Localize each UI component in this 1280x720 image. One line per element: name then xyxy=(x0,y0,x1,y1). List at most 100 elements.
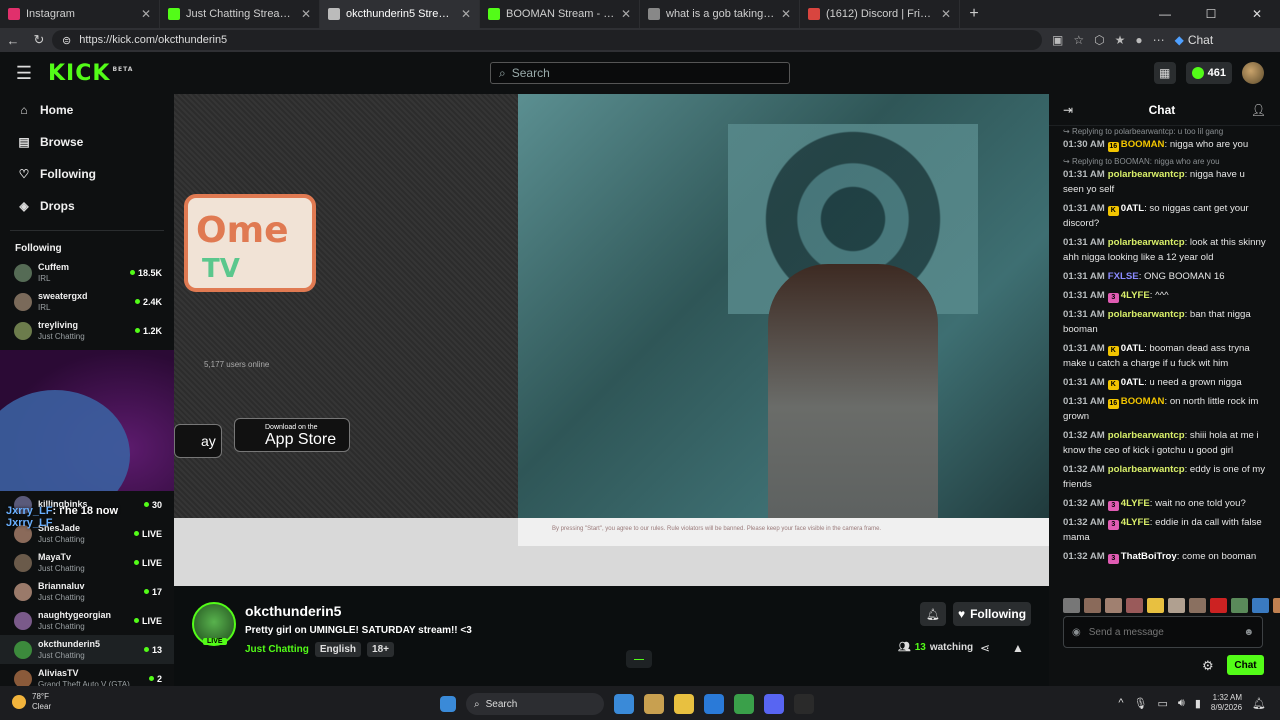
emote-icon[interactable] xyxy=(1063,598,1080,613)
taskbar-app-icon[interactable] xyxy=(644,694,664,714)
tab-close-icon[interactable]: ✕ xyxy=(461,7,471,21)
notifications-icon[interactable]: 🔔︎ xyxy=(1252,697,1266,710)
sidebar-item-browse[interactable]: ▤ Browse xyxy=(0,126,174,158)
microphone-icon[interactable]: 🎙︎ xyxy=(1134,697,1148,710)
emote-icon[interactable] xyxy=(1252,598,1269,613)
menu-icon[interactable]: ☰ xyxy=(0,63,48,84)
chat-username[interactable]: ThatBoiTroy xyxy=(1121,551,1177,562)
category-link[interactable]: Just Chatting xyxy=(245,644,309,655)
weather-widget[interactable]: 78°F Clear xyxy=(12,692,51,712)
kick-points-button[interactable]: 461 xyxy=(1185,62,1232,84)
sidebar-item-home[interactable]: ⌂ Home xyxy=(0,94,174,126)
taskbar-app-icon[interactable] xyxy=(734,694,754,714)
emoji-icon[interactable]: ☻ xyxy=(1243,627,1254,638)
clock[interactable]: 1:32 AM 8/9/2026 xyxy=(1211,693,1242,713)
following-channel-item[interactable]: MayaTv Just Chatting LIVE xyxy=(0,548,174,577)
browser-tab[interactable]: Instagram ✕ xyxy=(0,0,160,28)
favorite-star-icon[interactable]: ☆ xyxy=(1073,33,1084,47)
maximize-icon[interactable]: ☐ xyxy=(1188,0,1234,28)
battery-icon[interactable]: ▮ xyxy=(1195,697,1201,710)
chat-username[interactable]: 4LYFE xyxy=(1121,498,1150,509)
taskbar-search[interactable]: ⌕ Search xyxy=(466,693,604,715)
channel-name[interactable]: okcthunderin5 xyxy=(245,603,341,619)
dashboard-icon[interactable]: ▦ xyxy=(1153,62,1176,84)
tag-language[interactable]: English xyxy=(314,642,362,657)
notification-bell-button[interactable]: 🔔︎ xyxy=(920,602,946,626)
chat-username[interactable]: 0ATL xyxy=(1121,203,1144,214)
browser-tab[interactable]: Just Chatting Streaming - Live Streams ✕ xyxy=(160,0,320,28)
send-chat-button[interactable]: Chat xyxy=(1227,655,1264,675)
collections-icon[interactable]: ★ xyxy=(1115,33,1126,47)
emote-icon[interactable] xyxy=(1126,598,1143,613)
browser-tab[interactable]: BOOMAN Stream - Watch Live on Kick ✕ xyxy=(480,0,640,28)
tab-close-icon[interactable]: ✕ xyxy=(941,7,951,21)
sidebar-item-following[interactable]: ♡ Following xyxy=(0,158,174,190)
tab-close-icon[interactable]: ✕ xyxy=(141,7,151,21)
following-channel-item[interactable]: AliviasTV Grand Theft Auto V (GTA) 2 xyxy=(0,664,174,686)
search-input[interactable]: ⌕ Search xyxy=(490,62,790,84)
chat-username[interactable]: FXLSE xyxy=(1108,271,1139,282)
url-field[interactable]: ⊜ https://kick.com/okcthunderin5 xyxy=(52,30,1042,50)
kick-logo[interactable]: KICK BETA xyxy=(48,61,133,86)
report-icon[interactable]: ▲ xyxy=(1012,641,1024,655)
taskbar-app-icon[interactable] xyxy=(794,694,814,714)
close-icon[interactable]: ✕ xyxy=(1234,0,1280,28)
taskbar-app-icon[interactable] xyxy=(674,694,694,714)
tab-close-icon[interactable]: ✕ xyxy=(621,7,631,21)
emote-icon[interactable] xyxy=(1147,598,1164,613)
emote-icon[interactable] xyxy=(1231,598,1248,613)
chat-username[interactable]: 4LYFE xyxy=(1121,517,1150,528)
user-avatar[interactable] xyxy=(1242,62,1264,84)
sidebar-item-drops[interactable]: ◈ Drops xyxy=(0,190,174,222)
chat-username[interactable]: polarbearwantcp xyxy=(1108,309,1185,320)
chat-username[interactable]: polarbearwantcp xyxy=(1108,237,1185,248)
collapse-button[interactable]: — xyxy=(626,650,652,668)
taskbar-app-icon[interactable] xyxy=(764,694,784,714)
emote-icon[interactable] xyxy=(1168,598,1185,613)
extensions-icon[interactable]: ⬡ xyxy=(1094,33,1104,47)
chat-username[interactable]: polarbearwantcp xyxy=(1108,430,1185,441)
refresh-icon[interactable]: ↻ xyxy=(26,32,52,48)
chat-username[interactable]: BOOMAN xyxy=(1121,139,1165,150)
browser-tab[interactable]: what is a gob taking from doctors ✕ xyxy=(640,0,800,28)
chat-username[interactable]: 0ATL xyxy=(1121,343,1144,354)
tab-close-icon[interactable]: ✕ xyxy=(301,7,311,21)
video-player[interactable]: Ome TV 5,177 users online ay Download on… xyxy=(174,94,1049,586)
following-channel-item[interactable]: Briannaluv Just Chatting 17 xyxy=(0,577,174,606)
chat-username[interactable]: polarbearwantcp xyxy=(1108,169,1185,180)
following-channel-item[interactable]: treyliving Just Chatting 1.2K xyxy=(0,316,174,345)
emote-icon[interactable] xyxy=(1105,598,1122,613)
copilot-button[interactable]: ◆ Chat xyxy=(1175,33,1214,47)
following-channel-item[interactable]: Cuffem IRL 18.5K xyxy=(0,258,174,287)
chat-input[interactable]: ◉ ☻ xyxy=(1063,616,1263,648)
following-button[interactable]: ♥ Following xyxy=(953,602,1031,626)
chat-message-field[interactable] xyxy=(1088,626,1236,638)
chat-username[interactable]: 0ATL xyxy=(1121,377,1144,388)
following-channel-item[interactable]: sweatergxd IRL 2.4K xyxy=(0,287,174,316)
emote-icon[interactable] xyxy=(1210,598,1227,613)
chat-username[interactable]: BOOMAN xyxy=(1121,396,1165,407)
back-icon[interactable]: ← xyxy=(0,33,26,48)
site-info-icon[interactable]: ⊜ xyxy=(62,34,71,47)
emote-icon[interactable] xyxy=(1084,598,1101,613)
start-icon[interactable] xyxy=(440,696,456,712)
taskbar-app-icon[interactable] xyxy=(704,694,724,714)
following-channel-item[interactable]: okcthunderin5 Just Chatting 13 xyxy=(0,635,174,664)
chat-username[interactable]: polarbearwantcp xyxy=(1108,464,1185,475)
browser-tab[interactable]: (1612) Discord | Friends ✕ xyxy=(800,0,960,28)
minimize-icon[interactable]: — xyxy=(1142,0,1188,28)
tab-close-icon[interactable]: ✕ xyxy=(781,7,791,21)
following-channel-item[interactable]: naughtygeorgian Just Chatting LIVE xyxy=(0,606,174,635)
taskbar-app-icon[interactable] xyxy=(614,694,634,714)
emote-icon[interactable] xyxy=(1273,598,1280,613)
chevron-up-icon[interactable]: ^ xyxy=(1118,697,1123,709)
network-icon[interactable]: ▭ xyxy=(1157,697,1167,710)
volume-icon[interactable]: 🔊︎ xyxy=(1178,697,1185,710)
share-icon[interactable]: ⋖ xyxy=(980,641,990,655)
chat-username[interactable]: 4LYFE xyxy=(1121,290,1150,301)
tag-mature[interactable]: 18+ xyxy=(367,642,394,657)
collapse-chat-icon[interactable]: ⇥ xyxy=(1063,103,1073,117)
reader-icon[interactable]: ▣ xyxy=(1052,33,1063,47)
emote-icon[interactable] xyxy=(1189,598,1206,613)
browser-tab[interactable]: okcthunderin5 Stream - Watch Live on Kic… xyxy=(320,0,480,28)
